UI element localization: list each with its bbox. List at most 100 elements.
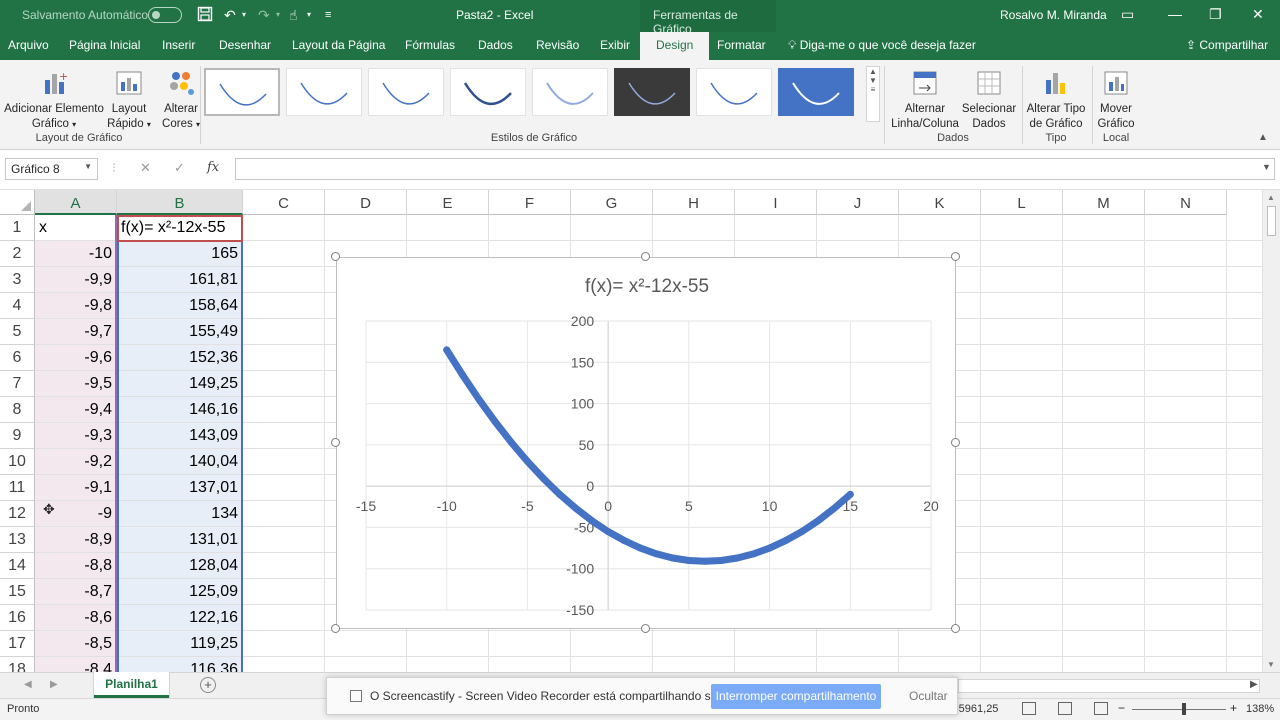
- confirm-icon[interactable]: ✓: [174, 160, 185, 176]
- select-all-corner[interactable]: [0, 190, 35, 215]
- zoom-slider-knob[interactable]: [1182, 703, 1186, 715]
- name-box[interactable]: Gráfico 8 ▼: [5, 158, 98, 180]
- resize-handle[interactable]: [331, 624, 340, 633]
- redo-dropdown-icon[interactable]: ▾: [276, 6, 280, 24]
- cell-b18[interactable]: 116,36: [117, 657, 243, 672]
- resize-handle[interactable]: [951, 438, 960, 447]
- cell-a10[interactable]: -9,2: [35, 449, 117, 475]
- cell-a14[interactable]: -8,8: [35, 553, 117, 579]
- row-header-5[interactable]: 5: [0, 319, 35, 345]
- tab-formulas[interactable]: Fórmulas: [405, 38, 455, 52]
- resize-handle[interactable]: [641, 252, 650, 261]
- row-header-9[interactable]: 9: [0, 423, 35, 449]
- row-header-17[interactable]: 17: [0, 631, 35, 657]
- maximize-icon[interactable]: ❐: [1209, 6, 1222, 23]
- minimize-icon[interactable]: —: [1168, 6, 1182, 22]
- cell-b12[interactable]: 134: [117, 501, 243, 527]
- page-break-view-icon[interactable]: [1094, 702, 1108, 715]
- cell-b14[interactable]: 128,04: [117, 553, 243, 579]
- column-header-i[interactable]: I: [735, 190, 817, 215]
- column-header-l[interactable]: L: [981, 190, 1063, 215]
- tab-pagina-inicial[interactable]: Página Inicial: [69, 38, 140, 52]
- touch-mode-icon[interactable]: ☝: [289, 6, 298, 24]
- user-name[interactable]: Rosalvo M. Miranda: [1000, 8, 1107, 22]
- column-header-b[interactable]: B: [117, 190, 243, 215]
- tab-dados[interactable]: Dados: [478, 38, 513, 52]
- redo-icon[interactable]: ↷: [258, 6, 270, 24]
- scroll-right-icon[interactable]: ▶: [1250, 679, 1258, 690]
- chart-style-thumb[interactable]: [204, 68, 280, 116]
- close-icon[interactable]: ✕: [1252, 6, 1264, 23]
- touch-dropdown-icon[interactable]: ▾: [307, 6, 311, 24]
- cell-a13[interactable]: -8,9: [35, 527, 117, 553]
- zoom-slider[interactable]: [1132, 709, 1226, 710]
- cell-a9[interactable]: -9,3: [35, 423, 117, 449]
- tab-arquivo[interactable]: Arquivo: [8, 38, 49, 52]
- row-header-2[interactable]: 2: [0, 241, 35, 267]
- column-header-d[interactable]: D: [325, 190, 407, 215]
- row-header-15[interactable]: 15: [0, 579, 35, 605]
- cell-a1[interactable]: x: [35, 215, 117, 241]
- cell-b7[interactable]: 149,25: [117, 371, 243, 397]
- chart-style-thumb[interactable]: [778, 68, 854, 116]
- cell-a11[interactable]: -9,1: [35, 475, 117, 501]
- scroll-up-icon[interactable]: ▲: [1267, 193, 1275, 202]
- page-layout-view-icon[interactable]: [1058, 702, 1072, 715]
- row-header-16[interactable]: 16: [0, 605, 35, 631]
- next-sheet-icon[interactable]: ▶: [50, 679, 58, 690]
- cell-b9[interactable]: 143,09: [117, 423, 243, 449]
- move-chart-button[interactable]: Mover Gráfico: [1094, 68, 1138, 132]
- cell-a6[interactable]: -9,6: [35, 345, 117, 371]
- cell-b6[interactable]: 152,36: [117, 345, 243, 371]
- cell-a18[interactable]: -8,4: [35, 657, 117, 672]
- share-button[interactable]: ⇪ Compartilhar: [1186, 38, 1268, 52]
- cell-b5[interactable]: 155,49: [117, 319, 243, 345]
- row-header-13[interactable]: 13: [0, 527, 35, 553]
- collapse-ribbon-icon[interactable]: ▲: [1258, 132, 1268, 143]
- ribbon-display-options-icon[interactable]: ▭: [1121, 6, 1134, 23]
- quick-layout-button[interactable]: Layout Rápido ▾: [106, 68, 152, 132]
- chart-style-thumb[interactable]: [614, 68, 690, 116]
- tab-formatar[interactable]: Formatar: [717, 38, 766, 52]
- row-header-10[interactable]: 10: [0, 449, 35, 475]
- cell-b10[interactable]: 140,04: [117, 449, 243, 475]
- resize-handle[interactable]: [951, 624, 960, 633]
- tab-exibir[interactable]: Exibir: [600, 38, 630, 52]
- insert-function-icon[interactable]: fx: [207, 160, 219, 175]
- horizontal-scrollbar[interactable]: [958, 679, 1260, 693]
- cell-b2[interactable]: 165: [117, 241, 243, 267]
- chart-object[interactable]: f(x)= x²-12x-55 -15 -10 -5 0 5 10 15 20 200 150 100…: [336, 257, 956, 629]
- cell-a16[interactable]: -8,6: [35, 605, 117, 631]
- change-colors-button[interactable]: Alterar Cores ▾: [158, 68, 204, 132]
- column-header-a[interactable]: A: [35, 190, 117, 215]
- row-header-12[interactable]: 12: [0, 501, 35, 527]
- tab-design[interactable]: Design: [640, 32, 710, 60]
- cell-a2[interactable]: -10: [35, 241, 117, 267]
- row-header-7[interactable]: 7: [0, 371, 35, 397]
- cell-b11[interactable]: 137,01: [117, 475, 243, 501]
- row-header-8[interactable]: 8: [0, 397, 35, 423]
- cell-a17[interactable]: -8,5: [35, 631, 117, 657]
- column-header-f[interactable]: F: [489, 190, 571, 215]
- normal-view-icon[interactable]: [1022, 702, 1036, 715]
- expand-formula-bar-icon[interactable]: ▼: [1262, 162, 1271, 172]
- undo-icon[interactable]: ↶: [224, 6, 236, 24]
- cell-a4[interactable]: -9,8: [35, 293, 117, 319]
- column-header-m[interactable]: M: [1063, 190, 1145, 215]
- cell-b16[interactable]: 122,16: [117, 605, 243, 631]
- tell-me-search[interactable]: 💡︎ Diga-me o que você deseja fazer: [788, 38, 976, 53]
- undo-dropdown-icon[interactable]: ▾: [242, 6, 246, 24]
- add-chart-element-button[interactable]: + Adicionar Elemento Gráfico ▾: [4, 68, 104, 132]
- resize-handle[interactable]: [641, 624, 650, 633]
- add-sheet-icon[interactable]: +: [200, 677, 216, 693]
- hide-button[interactable]: Ocultar: [909, 689, 948, 703]
- cell-b13[interactable]: 131,01: [117, 527, 243, 553]
- autosave-toggle[interactable]: [148, 7, 182, 23]
- cell-a3[interactable]: -9,9: [35, 267, 117, 293]
- column-header-g[interactable]: G: [571, 190, 653, 215]
- chart-style-thumb[interactable]: [286, 68, 362, 116]
- column-header-e[interactable]: E: [407, 190, 489, 215]
- scroll-down-icon[interactable]: ▼: [1267, 660, 1275, 669]
- scroll-thumb[interactable]: [1267, 206, 1276, 236]
- resize-handle[interactable]: [331, 438, 340, 447]
